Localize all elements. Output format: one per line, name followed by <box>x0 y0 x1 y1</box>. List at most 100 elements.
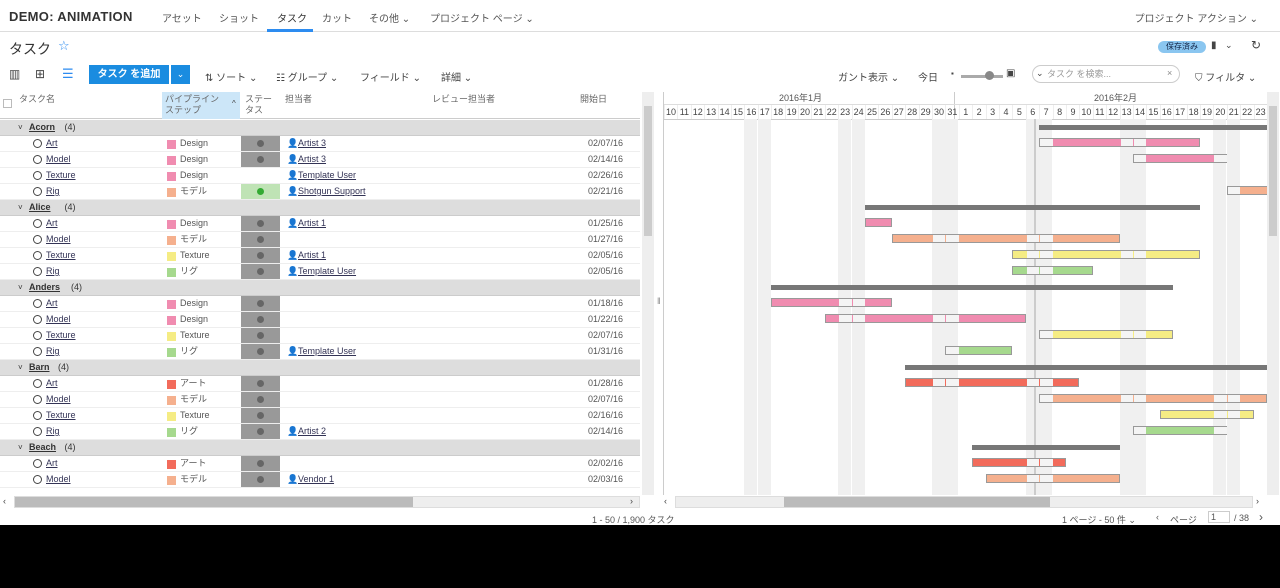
table-horizontal-scroll-thumb[interactable] <box>15 497 413 507</box>
status-cell[interactable] <box>241 424 280 439</box>
nav-cuts[interactable]: カット <box>322 10 352 25</box>
scroll-right-icon[interactable]: › <box>630 496 633 506</box>
entity-link[interactable]: Art <box>46 376 58 391</box>
start-date[interactable]: 01/28/16 <box>588 376 623 391</box>
start-date[interactable]: 01/31/16 <box>588 344 623 359</box>
table-row[interactable]: Rig モデル 👤 Shotgun Support 02/21/16 <box>0 184 640 200</box>
start-date[interactable]: 02/02/16 <box>588 456 623 471</box>
gantt-vertical-scroll-thumb[interactable] <box>1269 106 1277 236</box>
table-row[interactable]: Rig リグ 👤 Template User 01/31/16 <box>0 344 640 360</box>
gantt-task-bar[interactable] <box>1133 154 1227 163</box>
status-cell[interactable] <box>241 312 280 327</box>
nav-tasks[interactable]: タスク <box>277 10 307 25</box>
table-row[interactable]: Rig リグ 👤 Template User 02/05/16 <box>0 264 640 280</box>
project-actions-menu[interactable]: プロジェクト アクション ⌄ <box>1135 10 1258 25</box>
assignee-link[interactable]: Artist 2 <box>298 424 326 439</box>
collapse-toggle-icon[interactable]: ˅ <box>18 280 23 295</box>
gantt-task-bar[interactable] <box>891 234 1120 243</box>
zoom-out-icon[interactable]: ▪ <box>951 69 954 78</box>
status-cell[interactable] <box>241 136 280 151</box>
assignee-link[interactable]: Template User <box>298 168 356 183</box>
status-cell[interactable] <box>241 184 280 199</box>
sort-ascending-icon[interactable]: ^ <box>232 99 236 108</box>
entity-link[interactable]: Rig <box>46 264 60 279</box>
status-cell[interactable] <box>241 344 280 359</box>
entity-link[interactable]: Texture <box>46 248 76 263</box>
assignee-link[interactable]: Template User <box>298 344 356 359</box>
gantt-task-bar[interactable] <box>905 378 1080 387</box>
list-view-icon[interactable]: ☰ <box>62 66 74 82</box>
page-size-select[interactable]: 1 ページ - 50 件 ⌄ <box>1062 513 1136 525</box>
gantt-task-bar[interactable] <box>865 218 892 227</box>
col-reviewer[interactable]: レビュー担当者 <box>432 94 495 105</box>
collapse-toggle-icon[interactable]: ˅ <box>18 120 23 135</box>
group-header[interactable]: ˅ Acorn (4) <box>0 120 640 136</box>
status-cell[interactable] <box>241 152 280 167</box>
entity-link[interactable]: Art <box>46 136 58 151</box>
start-date[interactable]: 01/18/16 <box>588 296 623 311</box>
col-pipeline-step[interactable]: パイプライン ステップ <box>165 94 225 116</box>
entity-link[interactable]: Art <box>46 456 58 471</box>
sort-menu[interactable]: ⇅ ソート ⌄ <box>205 69 257 84</box>
col-status[interactable]: ステータス <box>245 94 275 116</box>
assignee-link[interactable]: Artist 3 <box>298 152 326 167</box>
start-date[interactable]: 02/05/16 <box>588 264 623 279</box>
gantt-scroll-left-icon[interactable]: ‹ <box>664 496 667 506</box>
chevron-down-icon[interactable]: ⌄ <box>1225 40 1233 51</box>
entity-link[interactable]: Texture <box>46 328 76 343</box>
gantt-scroll-right-icon[interactable]: › <box>1256 496 1259 506</box>
start-date[interactable]: 02/05/16 <box>588 248 623 263</box>
status-cell[interactable] <box>241 296 280 311</box>
assignee-link[interactable]: Vendor 1 <box>298 472 334 487</box>
gantt-task-bar[interactable] <box>1133 426 1227 435</box>
status-cell[interactable] <box>241 216 280 231</box>
collapse-toggle-icon[interactable]: ˅ <box>18 440 23 455</box>
start-date[interactable]: 01/27/16 <box>588 232 623 247</box>
gantt-horizontal-scroll-thumb[interactable] <box>784 497 1050 507</box>
table-row[interactable]: Art アート 02/02/16 <box>0 456 640 472</box>
start-date[interactable]: 02/07/16 <box>588 392 623 407</box>
assignee-link[interactable]: Artist 1 <box>298 248 326 263</box>
start-date[interactable]: 02/14/16 <box>588 152 623 167</box>
start-date[interactable]: 01/25/16 <box>588 216 623 231</box>
assignee-link[interactable]: Artist 1 <box>298 216 326 231</box>
fields-menu[interactable]: フィールド ⌄ <box>360 69 421 84</box>
table-row[interactable]: Model モデル 01/27/16 <box>0 232 640 248</box>
table-row[interactable]: Model モデル 👤 Vendor 1 02/03/16 <box>0 472 640 488</box>
gantt-group-bar[interactable] <box>865 205 1200 210</box>
pane-splitter-handle[interactable]: ‖ <box>657 296 661 306</box>
start-date[interactable]: 02/07/16 <box>588 328 623 343</box>
assignee-link[interactable]: Artist 3 <box>298 136 326 151</box>
group-header[interactable]: ˅ Barn (4) <box>0 360 640 376</box>
table-horizontal-scrollbar[interactable] <box>14 496 640 508</box>
group-header[interactable]: ˅ Alice (4) <box>0 200 640 216</box>
add-task-dropdown-button[interactable]: ⌄ <box>171 65 190 84</box>
entity-link[interactable]: Art <box>46 216 58 231</box>
group-name[interactable]: Anders <box>29 280 60 295</box>
group-name[interactable]: Barn <box>29 360 50 375</box>
zoom-slider[interactable] <box>961 75 1003 78</box>
add-task-button[interactable]: タスク を追加 <box>89 65 169 84</box>
start-date[interactable]: 02/21/16 <box>588 184 623 199</box>
status-cell[interactable] <box>241 472 280 487</box>
gantt-horizontal-scrollbar[interactable] <box>675 496 1253 508</box>
status-cell[interactable] <box>241 328 280 343</box>
entity-link[interactable]: Model <box>46 312 71 327</box>
status-cell[interactable] <box>241 408 280 423</box>
group-header[interactable]: ˅ Beach (4) <box>0 440 640 456</box>
table-row[interactable]: Rig リグ 👤 Artist 2 02/14/16 <box>0 424 640 440</box>
start-date[interactable]: 02/03/16 <box>588 472 623 487</box>
clear-search-icon[interactable]: × <box>1167 68 1172 78</box>
prev-page-icon[interactable]: ‹ <box>1156 512 1159 522</box>
start-date[interactable]: 01/22/16 <box>588 312 623 327</box>
entity-link[interactable]: Rig <box>46 424 60 439</box>
start-date[interactable]: 02/14/16 <box>588 424 623 439</box>
entity-link[interactable]: Model <box>46 152 71 167</box>
grid-view-icon[interactable]: ⊞ <box>35 67 45 81</box>
group-name[interactable]: Acorn <box>29 120 55 135</box>
table-vertical-scroll-thumb[interactable] <box>644 106 652 236</box>
table-row[interactable]: Art アート 01/28/16 <box>0 376 640 392</box>
table-row[interactable]: Model モデル 02/07/16 <box>0 392 640 408</box>
today-button[interactable]: 今日 <box>918 69 938 84</box>
table-row[interactable]: Art Design 👤 Artist 3 02/07/16 <box>0 136 640 152</box>
